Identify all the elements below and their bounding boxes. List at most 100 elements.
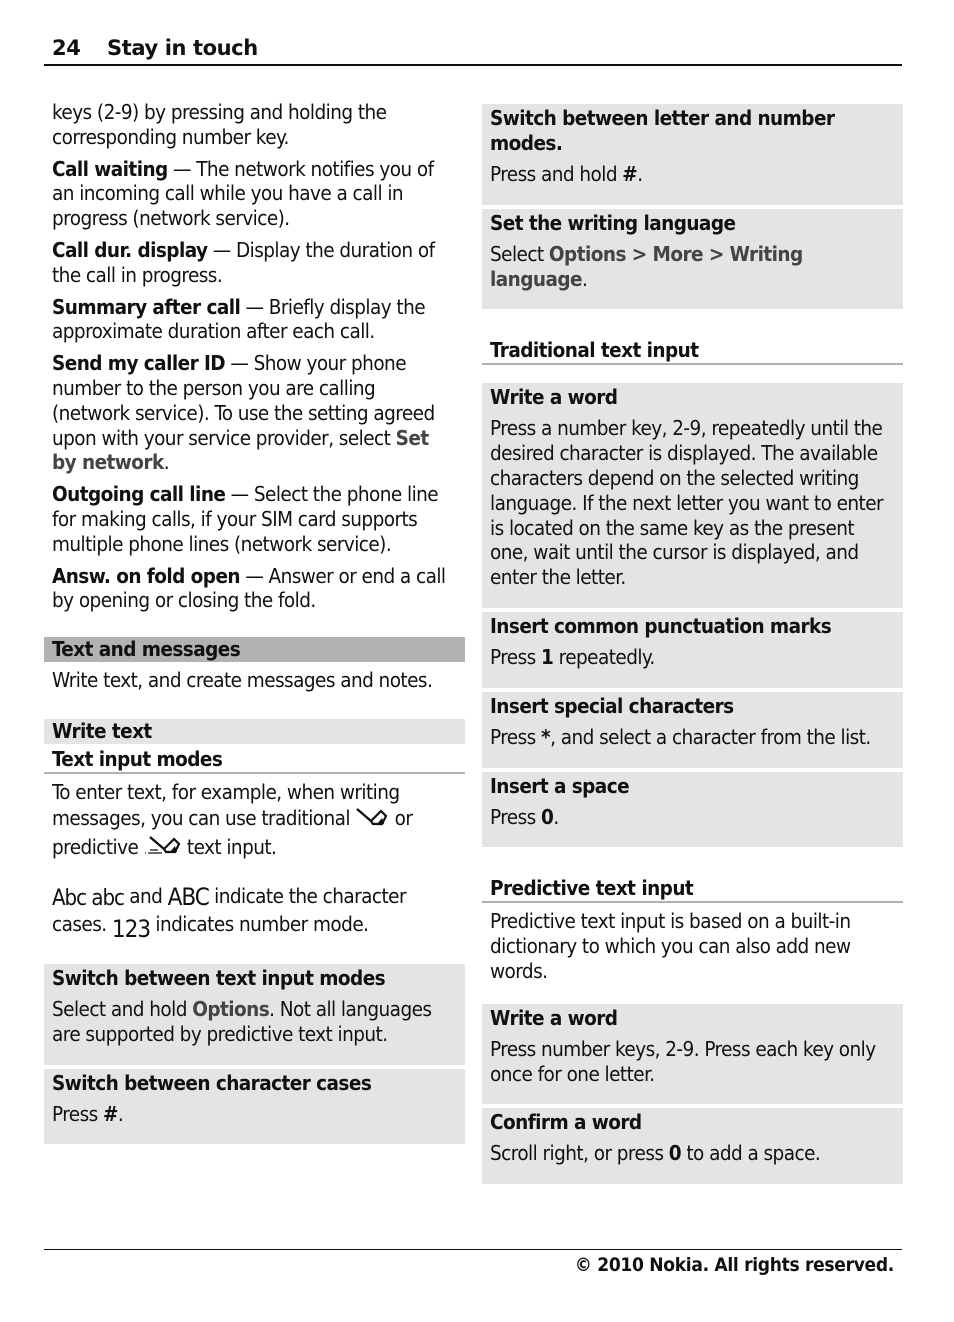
setting-answer-on-fold: Answ. on fold open — Answer or end a cal… — [44, 564, 465, 614]
text: Select — [490, 241, 549, 266]
key-star: * — [541, 724, 551, 749]
subheading-traditional-text-input: Traditional text input — [482, 335, 903, 366]
copyright: © 2010 Nokia. All rights reserved. — [574, 1254, 895, 1276]
setting-term: Outgoing call line — [52, 482, 226, 507]
task-body: Press 0. — [490, 805, 895, 830]
chapter-title: Stay in touch — [107, 36, 258, 60]
path-separator: > — [702, 241, 730, 266]
task-body: Press and hold #. — [490, 162, 895, 187]
case-icon-sentence: Abc — [52, 886, 87, 912]
setting-outgoing-call-line: Outgoing call line — Select the phone li… — [44, 482, 465, 556]
text: Scroll right, or press — [490, 1141, 669, 1166]
subheading-predictive-text-input: Predictive text input — [482, 873, 903, 904]
text: text input. — [181, 834, 277, 859]
section-heading-write-text: Write text — [44, 718, 465, 744]
separator: — — [167, 156, 197, 181]
key-1: 1 — [541, 644, 554, 669]
character-cases-description: Abc abc and ABC indicate the character c… — [44, 884, 465, 942]
separator: — — [225, 351, 254, 376]
task-set-writing-language: Set the writing language Select Options … — [482, 208, 903, 310]
text: . — [553, 804, 559, 829]
task-title: Switch between letter and number modes. — [490, 106, 835, 155]
task-title: Set the writing language — [490, 210, 736, 235]
input-modes-description: To enter text, for example, when writing… — [44, 780, 465, 862]
task-switch-letter-number: Switch between letter and number modes. … — [482, 104, 903, 205]
ui-option-options: Options — [548, 241, 627, 266]
text: to add a space. — [681, 1141, 821, 1166]
task-body: Press *, and select a character from the… — [490, 725, 895, 750]
text: Press — [490, 804, 542, 829]
task-body: Press a number key, 2-9, repeatedly unti… — [490, 416, 884, 590]
punct: . — [163, 450, 170, 475]
task-title: Insert common punctuation marks — [490, 613, 832, 638]
page-header: 24 Stay in touch — [44, 34, 902, 66]
predictive-input-icon — [144, 833, 182, 863]
ui-option-more: More — [652, 241, 704, 266]
page-number: 24 — [52, 36, 81, 60]
task-insert-space: Insert a space Press 0. — [482, 771, 903, 848]
text: repeatedly. — [553, 644, 656, 669]
text: . — [117, 1101, 124, 1126]
setting-call-waiting: Call waiting — The network notifies you … — [44, 157, 465, 231]
setting-term: Send my caller ID — [52, 351, 226, 376]
key-hash: # — [103, 1101, 118, 1126]
ui-option-options: Options — [192, 996, 270, 1021]
key-0: 0 — [541, 804, 554, 829]
task-body: Press number keys, 2-9. Press each key o… — [490, 1036, 876, 1086]
task-body: Scroll right, or press 0 to add a space. — [490, 1141, 895, 1166]
task-title: Insert special characters — [490, 693, 734, 718]
task-title: Write a word — [490, 1005, 618, 1030]
setting-term: Answ. on fold open — [52, 563, 241, 588]
text: . — [581, 266, 588, 291]
text-and-messages-body: Write text, and create messages and note… — [52, 668, 433, 693]
task-body: Select Options > More > Writing language… — [490, 242, 895, 292]
case-icon-upper: ABC — [167, 883, 210, 912]
case-icon-lower: abc — [91, 886, 125, 912]
setting-term: Summary after call — [52, 294, 241, 319]
separator: — — [240, 563, 269, 588]
traditional-input-icon — [355, 805, 389, 833]
text: and — [123, 884, 168, 909]
key-hash: # — [622, 162, 638, 186]
setting-send-caller-id: Send my caller ID — Show your phone numb… — [44, 351, 465, 475]
page-footer: © 2010 Nokia. All rights reserved. — [44, 1249, 902, 1276]
task-switch-input-modes: Switch between text input modes Select a… — [44, 963, 465, 1065]
setting-term: Call dur. display — [52, 237, 208, 262]
task-insert-special-characters: Insert special characters Press *, and s… — [482, 691, 903, 768]
task-write-word-traditional: Write a word Press a number key, 2-9, re… — [482, 383, 903, 608]
left-column: keys (2-9) by pressing and holding the c… — [44, 100, 465, 1148]
text: Press — [52, 1101, 104, 1126]
text: . — [637, 162, 643, 186]
task-insert-punctuation: Insert common punctuation marks Press 1 … — [482, 611, 903, 688]
task-title: Confirm a word — [490, 1110, 642, 1135]
task-switch-character-cases: Switch between character cases Press #. — [44, 1068, 465, 1145]
predictive-intro: Predictive text input is based on a buil… — [490, 909, 851, 983]
number-mode-icon: 123 — [111, 915, 151, 944]
task-title: Switch between text input modes — [52, 965, 386, 990]
task-body: Press 1 repeatedly. — [490, 645, 895, 670]
key-0: 0 — [668, 1141, 682, 1166]
separator: — — [207, 237, 236, 262]
path-separator: > — [625, 241, 653, 266]
text: Press and hold — [490, 162, 623, 186]
setting-term: Call waiting — [52, 156, 168, 181]
setting-call-duration: Call dur. display — Display the duration… — [44, 238, 465, 288]
subheading-text-input-modes: Text input modes — [44, 744, 465, 774]
text: indicates number mode. — [150, 912, 369, 937]
task-body: Press #. — [52, 1102, 457, 1127]
text: Select and hold — [52, 996, 193, 1021]
task-confirm-word: Confirm a word Scroll right, or press 0 … — [482, 1108, 903, 1185]
task-title: Write a word — [490, 385, 618, 410]
separator: — — [240, 294, 269, 319]
task-write-word-predictive: Write a word Press number keys, 2-9. Pre… — [482, 1003, 903, 1105]
text: Press — [490, 724, 542, 749]
task-title: Insert a space — [490, 773, 630, 798]
right-column: Switch between letter and number modes. … — [482, 104, 903, 1188]
task-body: Select and hold Options. Not all languag… — [52, 997, 457, 1047]
text: To enter text, for example, when writing… — [52, 779, 400, 830]
setting-summary-after-call: Summary after call — Briefly display the… — [44, 295, 465, 345]
text: Press — [490, 644, 542, 669]
task-title: Switch between character cases — [52, 1070, 372, 1095]
intro-continuation: keys (2-9) by pressing and holding the c… — [52, 100, 387, 149]
text: , and select a character from the list. — [550, 724, 871, 749]
